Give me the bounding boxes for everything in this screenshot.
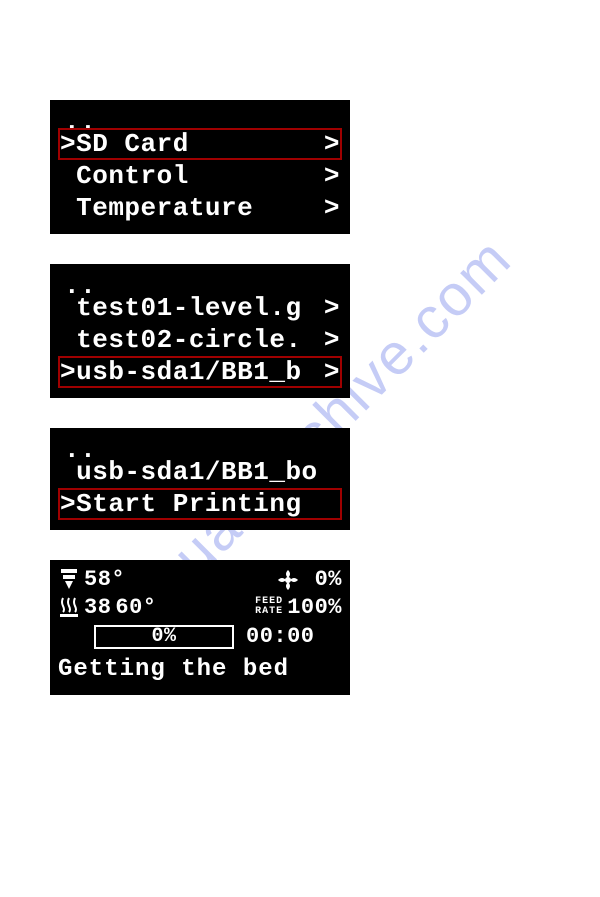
lcd-screen-file-list: .. test01-level.g > test02-circle. > > us… (50, 264, 350, 398)
nozzle-temp: 58° (84, 566, 125, 594)
menu-item-label: SD Card (76, 129, 189, 159)
fan-percent: 0% (304, 566, 342, 594)
file-item-test02[interactable]: test02-circle. > (58, 324, 342, 356)
file-item-usb-sda1[interactable]: >usb-sda1/BB1_b > (58, 356, 342, 388)
elapsed-time: 00:00 (246, 623, 315, 651)
chevron-right-icon: > (324, 356, 340, 389)
file-path-label: usb-sda1/BB1_bo (76, 457, 318, 487)
bed-icon (58, 594, 80, 620)
lcd-screen-file-action: .. usb-sda1/BB1_bo >Start Printing (50, 428, 350, 530)
nozzle-icon (58, 567, 80, 593)
menu-item-sd-card[interactable]: >SD Card > (58, 128, 342, 160)
fan-icon (276, 568, 300, 592)
manual-page: .. > SD Card > Control > Temperature > ..… (0, 0, 600, 765)
file-label: test01-level.g (76, 293, 301, 323)
file-label: usb-sda1/BB1_b (76, 357, 301, 387)
menu-item-control[interactable]: Control > (58, 160, 342, 192)
progress-percent: 0% (151, 624, 176, 649)
file-item-test01[interactable]: test01-level.g > (58, 292, 342, 324)
start-printing-label: Start Printing (76, 489, 301, 519)
file-label: test02-circle. (76, 325, 301, 355)
chevron-right-icon: > (324, 324, 340, 357)
chevron-right-icon: > (324, 160, 340, 193)
chevron-right-icon: > (324, 192, 340, 225)
bed-actual-temp: 38 (84, 594, 111, 622)
lcd-screen-status: 58° 0% (50, 560, 350, 695)
parent-folder[interactable]: .. (58, 106, 342, 128)
menu-item-temperature[interactable]: Temperature > (58, 192, 342, 224)
feed-rate-label: FEEDRATE (255, 597, 283, 617)
status-message: Getting the bed (58, 653, 342, 685)
file-path-line: usb-sda1/BB1_bo (58, 456, 342, 488)
progress-bar: 0% (94, 625, 234, 649)
chevron-right-icon: > (324, 128, 340, 161)
menu-item-label: Control (76, 161, 189, 191)
bed-target-temp: 60° (115, 594, 156, 622)
start-printing-item[interactable]: >Start Printing (58, 488, 342, 520)
menu-item-label: Temperature (76, 193, 253, 223)
parent-folder[interactable]: .. (58, 434, 342, 456)
chevron-right-icon: > (324, 292, 340, 325)
parent-folder[interactable]: .. (58, 270, 342, 292)
feed-rate-percent: 100% (287, 594, 342, 622)
lcd-screen-main-menu: .. > SD Card > Control > Temperature > (50, 100, 350, 234)
